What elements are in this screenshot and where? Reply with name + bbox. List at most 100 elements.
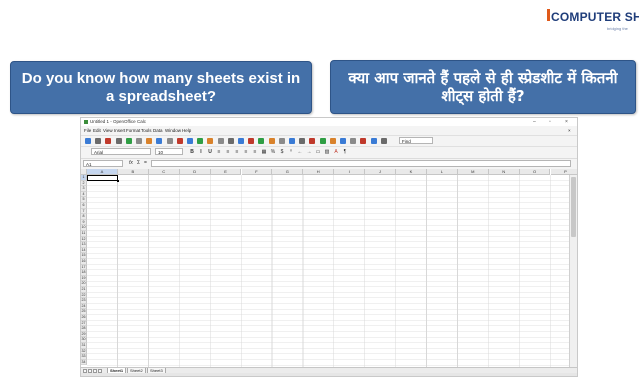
close-button[interactable]: ×	[565, 119, 568, 125]
menu-file[interactable]: File	[84, 128, 91, 133]
format-icon[interactable]: U	[207, 149, 213, 155]
format-icon[interactable]: A	[333, 149, 339, 155]
toolbar-icon[interactable]	[289, 138, 295, 144]
column-header-f[interactable]: F	[241, 169, 273, 175]
format-icon[interactable]: ▦	[261, 149, 267, 155]
toolbar-icon[interactable]	[85, 138, 91, 144]
calc-window: Untitled 1 - OpenOffice Calc – ▫ × File E…	[80, 117, 578, 377]
toolbar-icon[interactable]	[329, 138, 336, 144]
toolbar-icon[interactable]	[248, 138, 255, 144]
toolbar-icon[interactable]	[227, 138, 234, 144]
font-name-select[interactable]: Arial	[91, 148, 151, 155]
brand-logo: COMPUTER SHI bridging the	[547, 6, 639, 36]
menu-data[interactable]: Data	[153, 128, 163, 133]
format-icon[interactable]: ▭	[315, 149, 321, 155]
column-header-k[interactable]: K	[396, 169, 427, 175]
toolbar-icon[interactable]	[156, 138, 163, 144]
menu-edit[interactable]: Edit	[93, 128, 101, 133]
toolbar-icon[interactable]	[207, 138, 214, 144]
toolbar-icon[interactable]	[146, 138, 153, 144]
toolbar-icon[interactable]	[299, 138, 306, 144]
toolbar-icon[interactable]	[115, 138, 122, 144]
toolbar-icon[interactable]	[309, 138, 316, 144]
row-header-34[interactable]: 34	[81, 359, 87, 366]
column-header-c[interactable]: C	[148, 169, 180, 175]
toolbar-icon[interactable]	[95, 138, 102, 144]
find-field[interactable]: Find	[399, 137, 433, 144]
column-header-e[interactable]: E	[210, 169, 242, 175]
question-banner-hindi: क्या आप जानते हैं पहले से ही स्प्रेडशीट …	[330, 60, 636, 114]
format-icon[interactable]: ≡	[225, 149, 231, 155]
format-icon[interactable]: ≡	[243, 149, 249, 155]
menu-window[interactable]: Window	[165, 128, 181, 133]
calc-app-icon	[84, 120, 88, 124]
column-header-h[interactable]: H	[303, 169, 335, 175]
format-icon[interactable]: $	[279, 149, 285, 155]
format-icon[interactable]: I	[198, 149, 204, 155]
column-header-n[interactable]: N	[488, 169, 520, 175]
active-cell-a1[interactable]	[87, 175, 119, 182]
toolbar-icon[interactable]	[350, 138, 357, 144]
formula-input[interactable]	[151, 160, 571, 167]
toolbar-icon[interactable]	[319, 138, 326, 144]
window-title: Untitled 1 - OpenOffice Calc	[90, 119, 146, 124]
format-icon[interactable]: ≡	[216, 149, 222, 155]
format-icon[interactable]: %	[270, 149, 276, 155]
cell-area[interactable]	[87, 175, 569, 367]
column-header-j[interactable]: J	[365, 169, 396, 175]
font-size-select[interactable]: 10	[155, 148, 183, 155]
column-header-d[interactable]: D	[179, 169, 211, 175]
column-header-g[interactable]: G	[272, 169, 304, 175]
toolbar-icon[interactable]	[125, 138, 132, 144]
toolbar-icon[interactable]	[217, 138, 224, 144]
format-icon[interactable]: ≡	[252, 149, 258, 155]
toolbar-icon[interactable]	[238, 138, 244, 144]
column-header-o[interactable]: O	[519, 169, 551, 175]
menu-view[interactable]: View	[103, 128, 113, 133]
sum-icon[interactable]: Σ	[137, 160, 140, 166]
minimize-button[interactable]: –	[533, 119, 536, 125]
toolbar-icon[interactable]	[370, 138, 377, 144]
format-icon[interactable]: ¶	[342, 149, 348, 155]
toolbar-icon[interactable]	[187, 138, 193, 144]
format-icon[interactable]: ≡	[234, 149, 240, 155]
equals-icon[interactable]: =	[144, 160, 147, 166]
question-banner-english: Do you know how many sheets exist in a s…	[10, 61, 312, 114]
question-text-hindi: क्या आप जानते हैं पहले से ही स्प्रेडशीट …	[348, 69, 618, 105]
column-header-p[interactable]: P	[550, 169, 577, 175]
toolbar-icon[interactable]	[340, 138, 346, 144]
format-icon[interactable]: ←	[297, 149, 303, 155]
menu-help[interactable]: Help	[182, 128, 191, 133]
toolbar-icon[interactable]	[380, 138, 387, 144]
maximize-button[interactable]: ▫	[549, 119, 551, 125]
toolbar-icon[interactable]	[136, 138, 142, 144]
toolbar-icon[interactable]	[360, 138, 367, 144]
toolbar-icon[interactable]	[258, 138, 265, 144]
toolbar-icon[interactable]	[278, 138, 285, 144]
column-header-b[interactable]: B	[117, 169, 149, 175]
column-header-l[interactable]: L	[426, 169, 458, 175]
menu-format[interactable]: Format	[126, 128, 140, 133]
column-header-i[interactable]: I	[334, 169, 366, 175]
logo-accent	[547, 9, 550, 21]
toolbar-icon[interactable]	[197, 138, 204, 144]
name-box[interactable]: A1	[83, 160, 123, 167]
toolbar-icon[interactable]	[166, 138, 173, 144]
format-icon[interactable]: ⁰	[288, 149, 294, 155]
toolbar-icon[interactable]	[105, 138, 112, 144]
format-icon[interactable]: B	[189, 149, 195, 155]
title-bar: Untitled 1 - OpenOffice Calc – ▫ ×	[81, 118, 577, 126]
vertical-scrollbar[interactable]	[569, 169, 577, 367]
menu-tools[interactable]: Tools	[141, 128, 152, 133]
document-close-button[interactable]: ×	[568, 128, 571, 133]
menu-insert[interactable]: Insert	[114, 128, 125, 133]
function-wizard-icon[interactable]: fx	[129, 160, 133, 166]
column-header-a[interactable]: A	[87, 169, 118, 175]
format-icon[interactable]: ▨	[324, 149, 330, 155]
format-icon[interactable]: →	[306, 149, 312, 155]
toolbar-icon[interactable]	[176, 138, 183, 144]
spreadsheet-grid: A B C D E F G H I J K L M N O P 1 2 3 4 5 6 7 8 9 10 11 12 13 14 15 16 1…	[81, 169, 577, 367]
scrollbar-thumb[interactable]	[571, 177, 576, 237]
column-header-m[interactable]: M	[457, 169, 489, 175]
toolbar-icon[interactable]	[268, 138, 275, 144]
